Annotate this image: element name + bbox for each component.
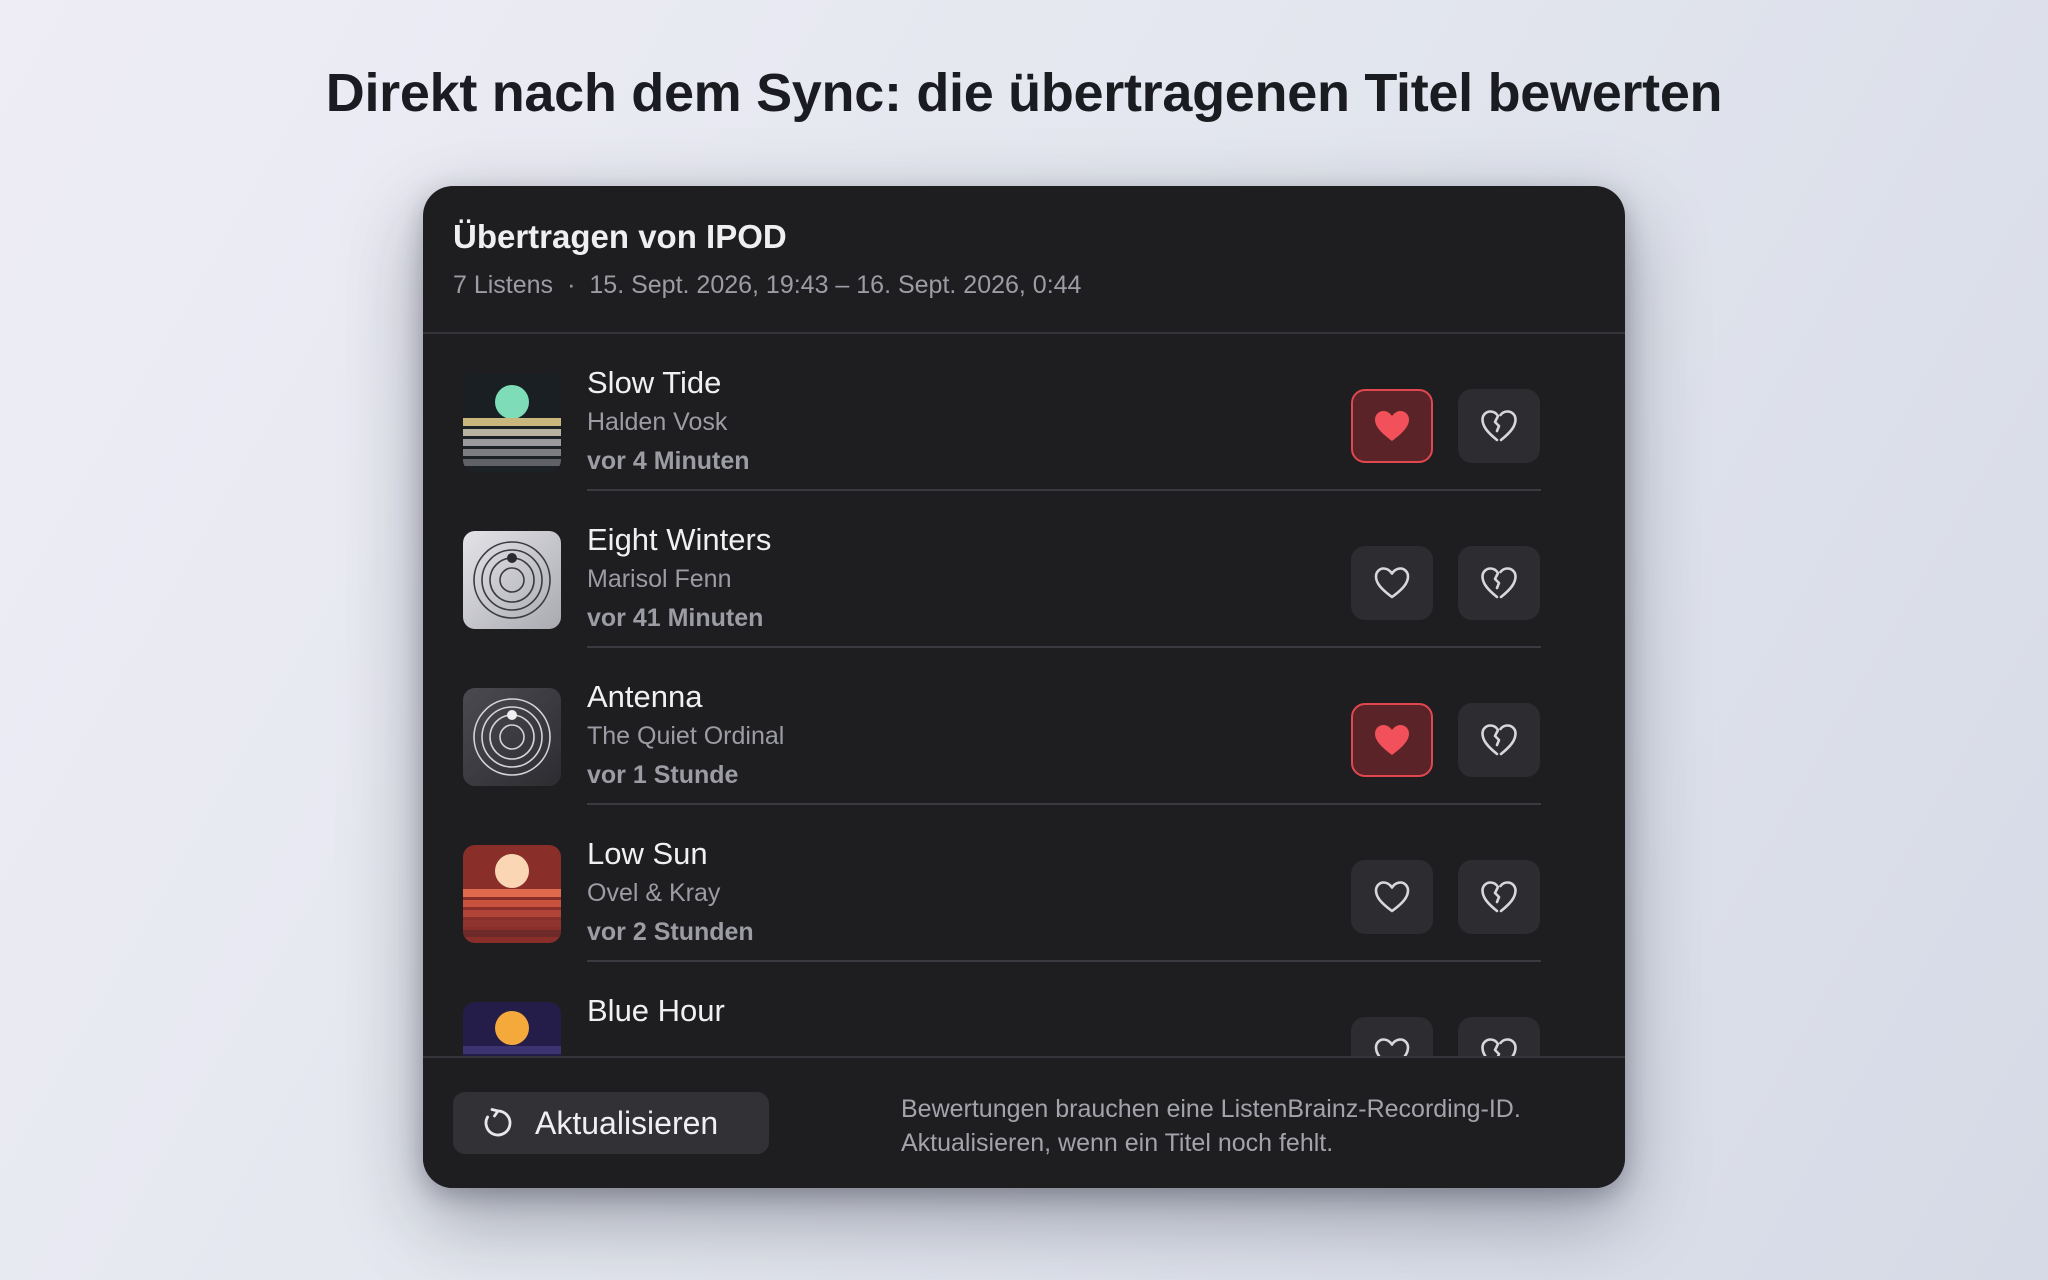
track-artist: Halden Vosk — [587, 408, 728, 436]
page-headline: Direkt nach dem Sync: die übertragenen T… — [325, 63, 1723, 123]
track-row: Blue Hour — [423, 962, 1625, 1056]
hate-button[interactable] — [1458, 703, 1540, 777]
track-row: Low Sun Ovel & Kray vor 2 Stunden — [423, 805, 1625, 962]
hate-button[interactable] — [1458, 1017, 1540, 1056]
footer-note-line1: Bewertungen brauchen eine ListenBrainz-R… — [901, 1095, 1521, 1123]
track-row: Eight Winters Marisol Fenn vor 41 Minute… — [423, 491, 1625, 648]
heart-outline-icon — [1374, 1038, 1410, 1056]
concentric-rings-light-icon — [463, 531, 561, 629]
track-title: Blue Hour — [587, 993, 725, 1028]
track-time: vor 2 Stunden — [587, 918, 754, 946]
footer-note-line2: Aktualisieren, wenn ein Titel noch fehlt… — [901, 1129, 1334, 1157]
sunset-stripes-navy-icon — [463, 1002, 561, 1056]
track-title: Low Sun — [587, 836, 708, 871]
broken-heart-icon — [1481, 724, 1517, 756]
date-range: 15. Sept. 2026, 19:43 – 16. Sept. 2026, … — [589, 271, 1082, 299]
refresh-label: Aktualisieren — [535, 1105, 719, 1141]
track-list[interactable]: Slow Tide Halden Vosk vor 4 Minuten Eigh… — [423, 334, 1625, 1056]
panel-header: Übertragen von IPOD 7 Listens · 15. Sept. … — [423, 186, 1625, 334]
heart-filled-icon — [1375, 725, 1409, 755]
refresh-icon — [484, 1108, 512, 1137]
panel-title: Übertragen von IPOD — [453, 218, 787, 255]
heart-outline-icon — [1374, 881, 1410, 913]
track-artist: The Quiet Ordinal — [587, 722, 785, 750]
track-artist: Ovel & Kray — [587, 879, 721, 907]
track-title: Eight Winters — [587, 522, 772, 557]
sunset-stripes-red-icon — [463, 845, 561, 943]
love-button[interactable] — [1351, 546, 1433, 620]
concentric-rings-dark-icon — [463, 688, 561, 786]
footer-note: Bewertungen brauchen eine ListenBrainz-R… — [901, 1092, 1601, 1160]
hate-button[interactable] — [1458, 860, 1540, 934]
heart-filled-icon — [1375, 411, 1409, 441]
track-row: Antenna The Quiet Ordinal vor 1 Stunde — [423, 648, 1625, 805]
track-title: Antenna — [587, 679, 703, 714]
love-button[interactable] — [1351, 1017, 1433, 1056]
track-time: vor 1 Stunde — [587, 761, 739, 789]
heart-outline-icon — [1374, 567, 1410, 599]
meta-separator: · — [567, 271, 576, 299]
refresh-button[interactable]: Aktualisieren — [453, 1092, 769, 1154]
panel-footer: Aktualisieren Bewertungen brauchen eine … — [423, 1056, 1625, 1188]
broken-heart-icon — [1481, 1038, 1517, 1056]
track-time: vor 4 Minuten — [587, 447, 750, 475]
track-artist: Marisol Fenn — [587, 565, 732, 593]
love-button[interactable] — [1351, 389, 1433, 463]
panel-meta: 7 Listens · 15. Sept. 2026, 19:43 – 16. Se… — [453, 268, 1081, 302]
broken-heart-icon — [1481, 567, 1517, 599]
hate-button[interactable] — [1458, 546, 1540, 620]
love-button[interactable] — [1351, 860, 1433, 934]
broken-heart-icon — [1481, 881, 1517, 913]
broken-heart-icon — [1481, 410, 1517, 442]
love-button[interactable] — [1351, 703, 1433, 777]
sunset-stripes-teal-icon — [463, 374, 561, 472]
sync-panel: Übertragen von IPOD 7 Listens · 15. Sept. … — [423, 186, 1625, 1188]
track-row: Slow Tide Halden Vosk vor 4 Minuten — [423, 334, 1625, 491]
track-time: vor 41 Minuten — [587, 604, 764, 632]
hate-button[interactable] — [1458, 389, 1540, 463]
listen-count: 7 Listens — [453, 271, 554, 299]
track-title: Slow Tide — [587, 365, 722, 400]
